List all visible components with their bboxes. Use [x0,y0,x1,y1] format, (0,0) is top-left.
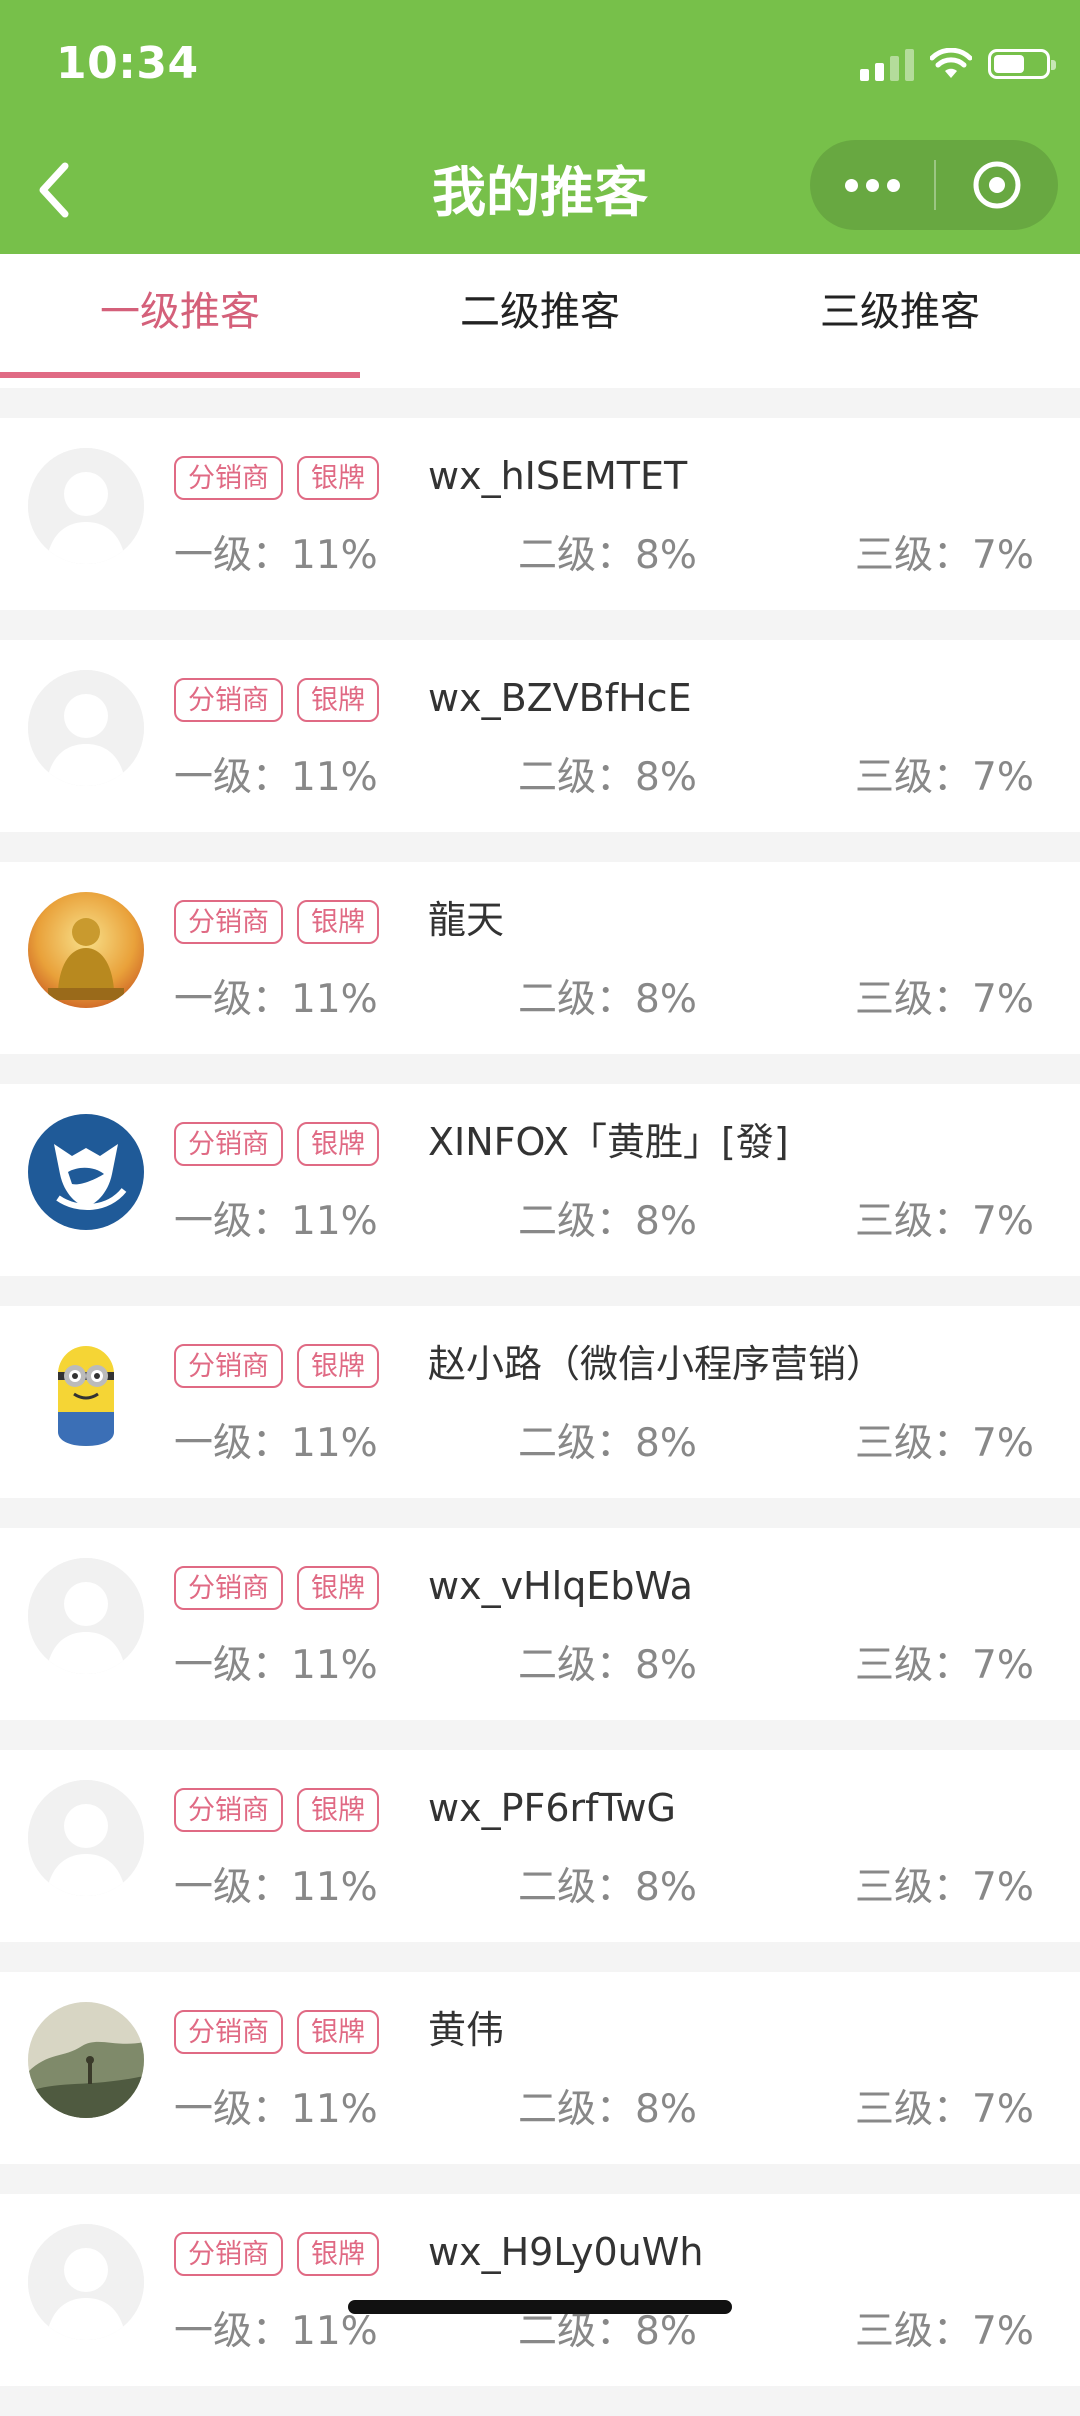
referral-item[interactable]: 分销商 银牌 wx_hISEMTET 一级：11% 二级：8% 三级：7% [0,418,1080,610]
level1-rate: 一级：11% [174,2087,378,2132]
default-avatar-icon [28,670,144,786]
user-name: XINFOX「黄胜」[發] [428,1120,789,1164]
more-button[interactable] [810,140,934,230]
level1-rate: 一级：11% [174,755,378,800]
home-indicator[interactable] [348,2300,732,2314]
user-name: 龍天 [428,898,505,942]
referral-item[interactable]: 分销商 银牌 wx_BZVBfHcE 一级：11% 二级：8% 三级：7% [0,640,1080,832]
default-avatar-icon [28,1558,144,1674]
user-name: wx_PF6rfTwG [428,1786,676,1830]
dot-icon [844,178,858,192]
tab-level-1[interactable]: 一级推客 [0,254,360,388]
fox-logo-avatar-icon [28,1114,144,1230]
referral-item[interactable]: 分销商 银牌 赵小路（微信小程序营销） 一级：11% 二级：8% 三级：7% [0,1306,1080,1498]
user-name: 赵小路（微信小程序营销） [428,1342,885,1386]
level3-rate: 三级：7% [855,1643,1034,1688]
user-name: wx_vHlqEbWa [428,1564,693,1608]
level2-rate: 二级：8% [518,977,697,1022]
user-name: wx_hISEMTET [428,454,688,498]
level3-rate: 三级：7% [855,977,1034,1022]
silver-tier-badge: 银牌 [297,456,379,500]
buddha-avatar-icon [28,892,144,1008]
distributor-badge: 分销商 [174,1566,283,1610]
level3-rate: 三级：7% [855,1865,1034,1910]
level3-rate: 三级：7% [855,1421,1034,1466]
silver-tier-badge: 银牌 [297,900,379,944]
level1-rate: 一级：11% [174,2309,378,2354]
tab-bar: 一级推客 二级推客 三级推客 [0,254,1080,388]
distributor-badge: 分销商 [174,1344,283,1388]
distributor-badge: 分销商 [174,1122,283,1166]
referral-list: 分销商 银牌 wx_hISEMTET 一级：11% 二级：8% 三级：7% 分销… [0,418,1080,2416]
distributor-badge: 分销商 [174,1788,283,1832]
level1-rate: 一级：11% [174,1199,378,1244]
close-miniprogram-button[interactable] [936,140,1058,230]
level1-rate: 一级：11% [174,533,378,578]
level2-rate: 二级：8% [518,1421,697,1466]
distributor-badge: 分销商 [174,2010,283,2054]
status-indicators [860,44,1056,84]
default-avatar-icon [28,1780,144,1896]
referral-item[interactable]: 分销商 银牌 黄伟 一级：11% 二级：8% 三级：7% [0,1972,1080,2164]
battery-icon [988,49,1056,79]
tab-level-3[interactable]: 三级推客 [720,254,1080,388]
level3-rate: 三级：7% [855,1199,1034,1244]
default-avatar-icon [28,2224,144,2340]
minion-avatar-icon [28,1336,144,1452]
dot-icon [865,178,879,192]
level2-rate: 二级：8% [518,1865,697,1910]
level2-rate: 二级：8% [518,1199,697,1244]
silver-tier-badge: 银牌 [297,1344,379,1388]
user-name: wx_H9Ly0uWh [428,2230,704,2274]
referral-item[interactable]: 分销商 银牌 wx_H9Ly0uWh 一级：11% 二级：8% 三级：7% [0,2194,1080,2386]
silver-tier-badge: 银牌 [297,1566,379,1610]
tab-level-2[interactable]: 二级推客 [360,254,720,388]
silver-tier-badge: 银牌 [297,678,379,722]
user-name: 黄伟 [428,2008,505,2052]
referral-item[interactable]: 分销商 银牌 龍天 一级：11% 二级：8% 三级：7% [0,862,1080,1054]
distributor-badge: 分销商 [174,678,283,722]
level1-rate: 一级：11% [174,1865,378,1910]
level2-rate: 二级：8% [518,2087,697,2132]
level2-rate: 二级：8% [518,755,697,800]
silver-tier-badge: 银牌 [297,1122,379,1166]
silver-tier-badge: 银牌 [297,1788,379,1832]
silver-tier-badge: 银牌 [297,2232,379,2276]
landscape-avatar-icon [28,2002,144,2118]
level3-rate: 三级：7% [855,533,1034,578]
cellular-signal-icon [860,47,914,81]
default-avatar-icon [28,448,144,564]
level3-rate: 三级：7% [855,755,1034,800]
level3-rate: 三级：7% [855,2087,1034,2132]
level1-rate: 一级：11% [174,1421,378,1466]
silver-tier-badge: 银牌 [297,2010,379,2054]
level1-rate: 一级：11% [174,977,378,1022]
navigation-header: 10:34 我的推客 [0,0,1080,254]
user-name: wx_BZVBfHcE [428,676,692,720]
level2-rate: 二级：8% [518,1643,697,1688]
miniprogram-capsule [810,140,1058,230]
wifi-icon [930,48,972,78]
distributor-badge: 分销商 [174,456,283,500]
level2-rate: 二级：8% [518,533,697,578]
referral-item[interactable]: 分销商 银牌 wx_vHlqEbWa 一级：11% 二级：8% 三级：7% [0,1528,1080,1720]
level3-rate: 三级：7% [855,2309,1034,2354]
referral-item[interactable]: 分销商 银牌 XINFOX「黄胜」[發] 一级：11% 二级：8% 三级：7% [0,1084,1080,1276]
distributor-badge: 分销商 [174,900,283,944]
target-circle-icon [973,161,1021,209]
dot-icon [886,178,900,192]
referral-item[interactable]: 分销商 银牌 wx_PF6rfTwG 一级：11% 二级：8% 三级：7% [0,1750,1080,1942]
level1-rate: 一级：11% [174,1643,378,1688]
status-time: 10:34 [56,38,199,89]
distributor-badge: 分销商 [174,2232,283,2276]
